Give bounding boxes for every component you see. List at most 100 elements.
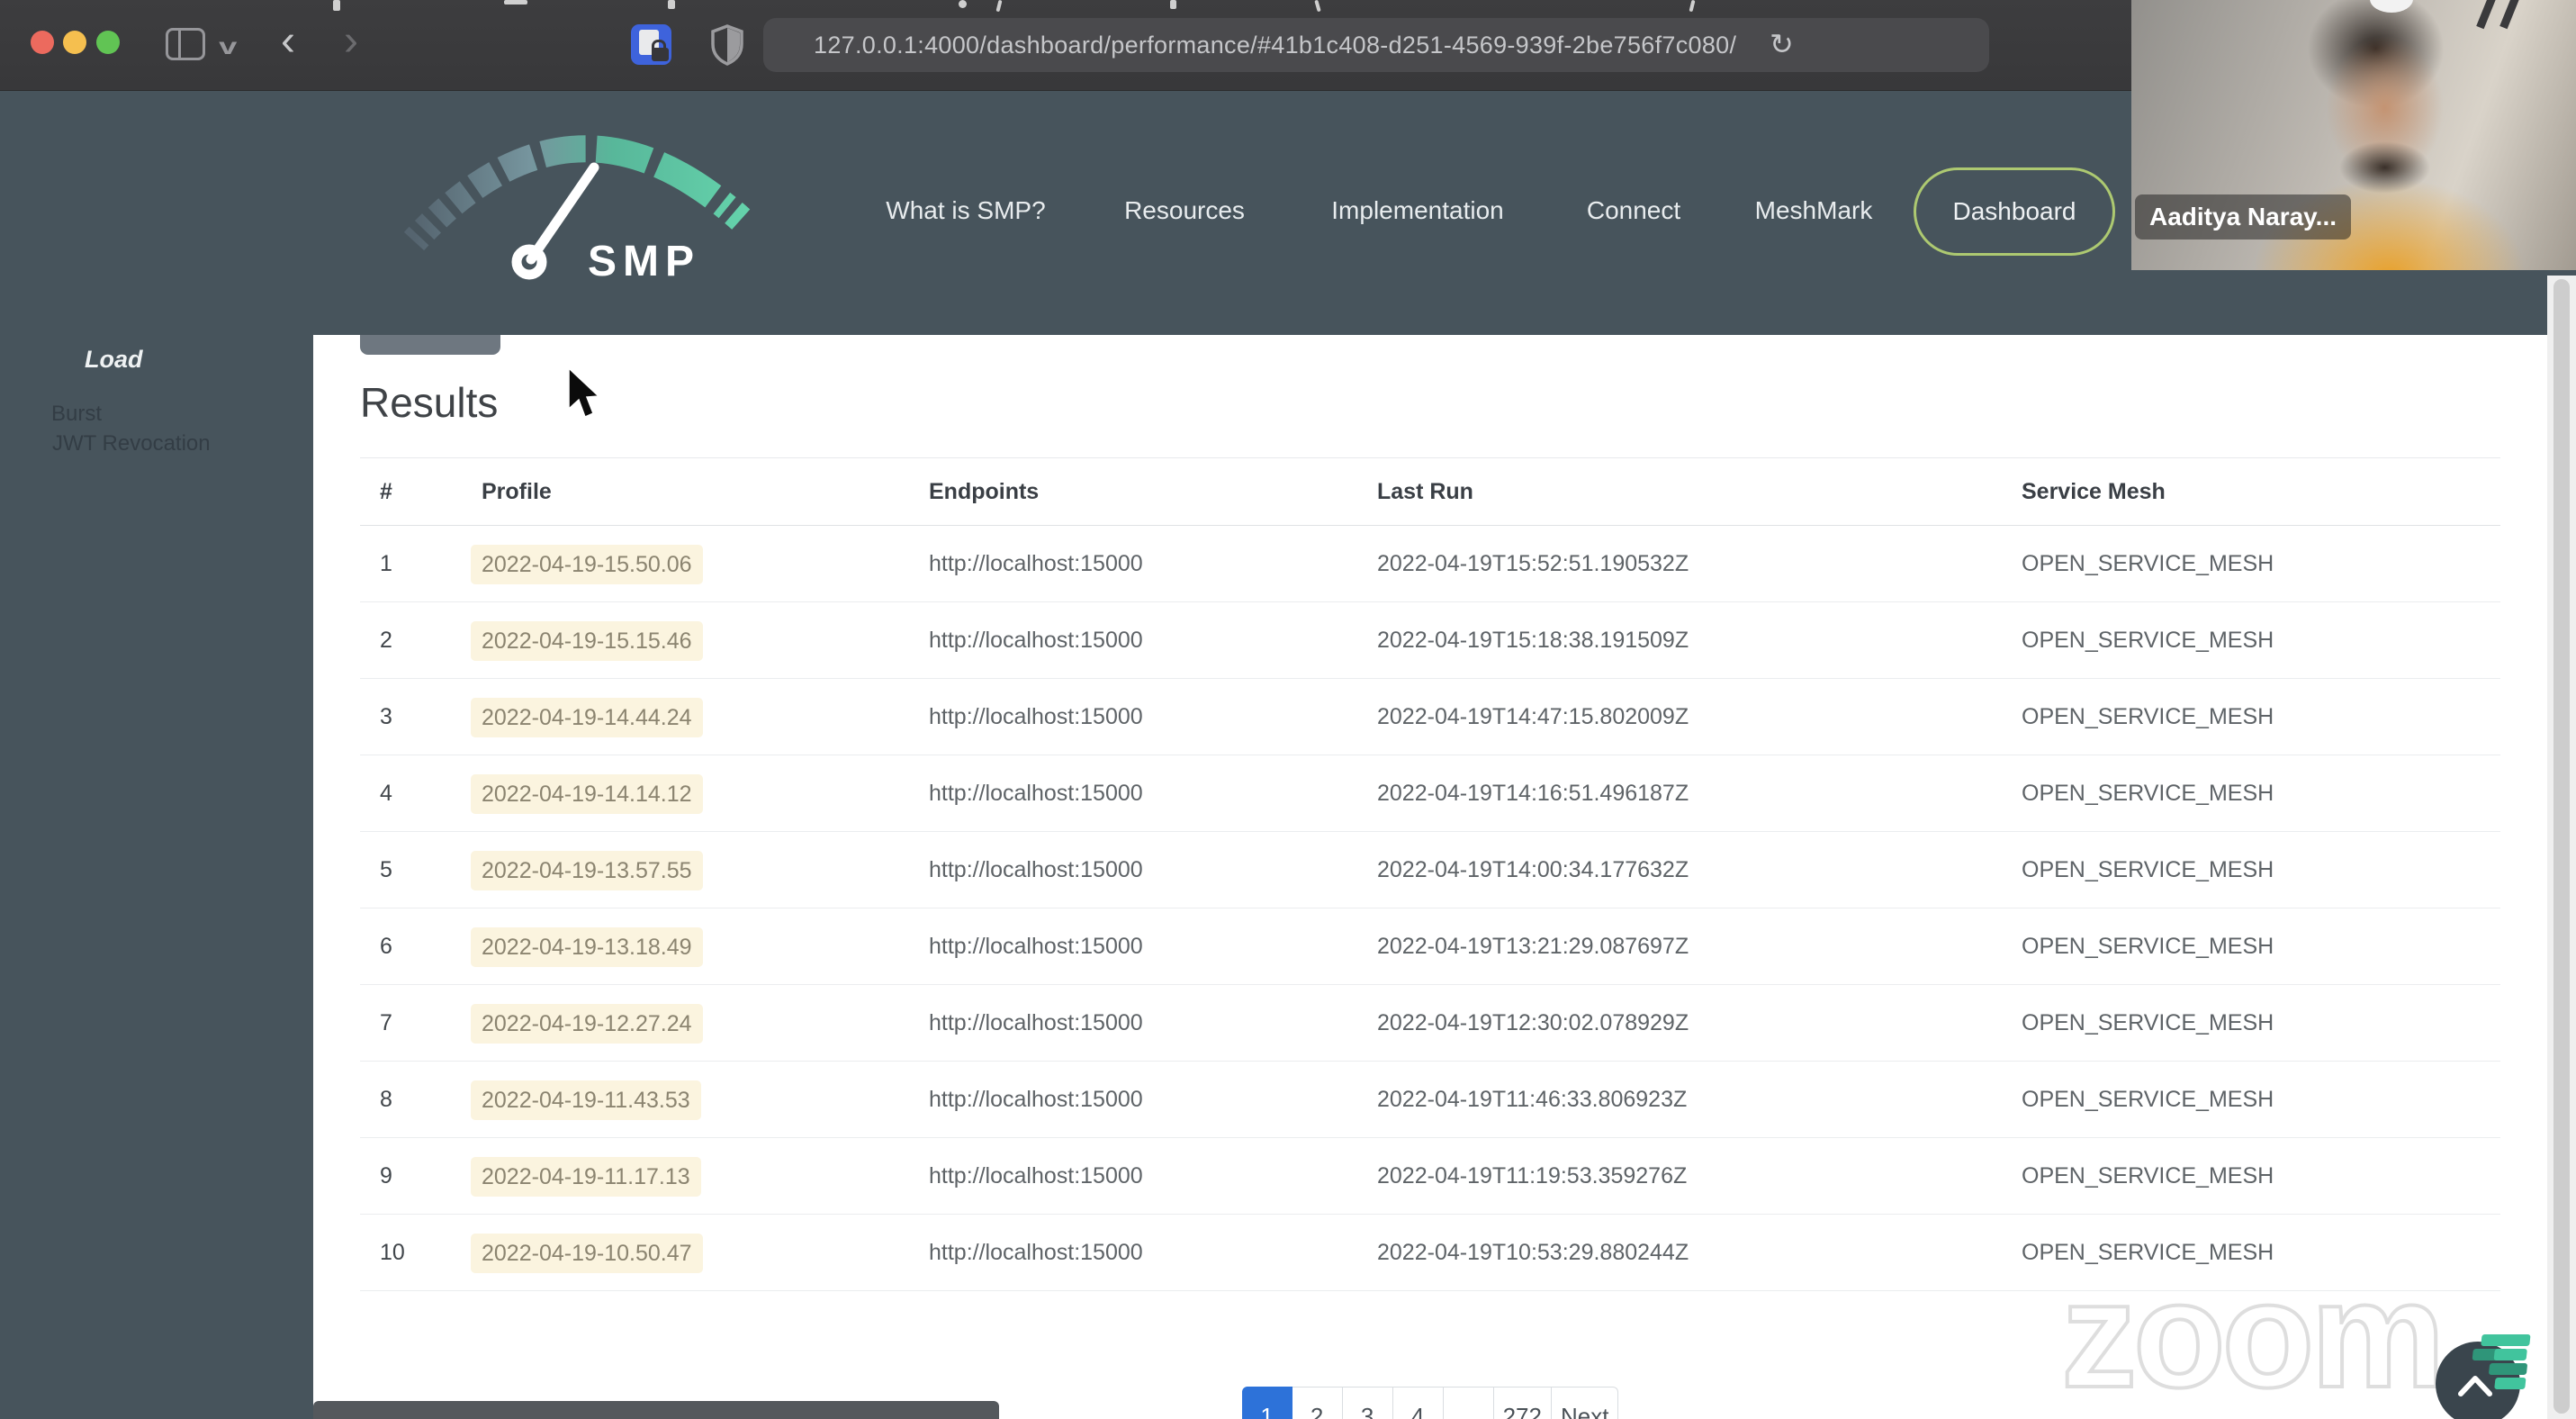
nav-dashboard-active[interactable]: Dashboard <box>1914 167 2115 256</box>
video-participant-tile: Aaditya Naray... <box>2131 0 2576 270</box>
table-row: 3 2022-04-19-14.44.24 http://localhost:1… <box>360 679 2500 755</box>
col-header-last-run: Last Run <box>1377 479 1473 504</box>
profile-link[interactable]: 2022-04-19-11.43.53 <box>471 1080 701 1121</box>
partial-ui-circle <box>2370 0 2413 13</box>
profile-link[interactable]: 2022-04-19-13.57.55 <box>471 851 703 891</box>
chevron-down-icon[interactable]: v <box>219 32 237 60</box>
nav-what-is-smp[interactable]: What is SMP? <box>886 196 1045 225</box>
page-button-4[interactable]: 4 <box>1392 1387 1444 1419</box>
last-run-cell: 2022-04-19T12:30:02.078929Z <box>1377 1010 1689 1035</box>
url-text: 127.0.0.1:4000/dashboard/performance/#41… <box>814 32 1737 59</box>
profile-link[interactable]: 2022-04-19-12.27.24 <box>471 1004 703 1044</box>
vertical-scrollbar-thumb[interactable] <box>2553 279 2570 1414</box>
last-run-cell: 2022-04-19T14:16:51.496187Z <box>1377 781 1689 806</box>
service-mesh-cell: OPEN_SERVICE_MESH <box>2022 781 2274 806</box>
col-header-service-mesh: Service Mesh <box>2022 479 2166 504</box>
col-header-profile: Profile <box>482 479 552 504</box>
row-number: 9 <box>380 1163 392 1189</box>
close-window-button[interactable] <box>31 31 54 54</box>
nav-connect[interactable]: Connect <box>1587 196 1680 225</box>
profile-link[interactable]: 2022-04-19-15.15.46 <box>471 621 703 662</box>
service-mesh-cell: OPEN_SERVICE_MESH <box>2022 551 2274 576</box>
last-run-cell: 2022-04-19T11:19:53.359276Z <box>1377 1163 1688 1189</box>
endpoints-cell: http://localhost:15000 <box>929 628 1143 653</box>
row-number: 1 <box>380 551 392 576</box>
table-row: 7 2022-04-19-12.27.24 http://localhost:1… <box>360 985 2500 1062</box>
service-mesh-cell: OPEN_SERVICE_MESH <box>2022 1087 2274 1112</box>
shield-privacy-icon[interactable] <box>708 23 746 71</box>
smp-logo[interactable]: SMP <box>394 115 763 300</box>
results-table: # Profile Endpoints Last Run Service Mes… <box>360 457 2500 1291</box>
table-header-row: # Profile Endpoints Last Run Service Mes… <box>360 458 2500 525</box>
sidebar-toggle-icon[interactable] <box>166 28 205 60</box>
last-run-cell: 2022-04-19T15:52:51.190532Z <box>1377 551 1689 576</box>
col-header-endpoints: Endpoints <box>929 479 1040 504</box>
endpoints-cell: http://localhost:15000 <box>929 934 1143 959</box>
table-row: 2 2022-04-19-15.15.46 http://localhost:1… <box>360 602 2500 679</box>
clipped-shape <box>2499 0 2520 30</box>
profile-link[interactable]: 2022-04-19-15.50.06 <box>471 545 703 585</box>
table-row: 1 2022-04-19-15.50.06 http://localhost:1… <box>360 526 2500 602</box>
reload-icon[interactable]: ↻ <box>1770 18 1794 70</box>
page-button-2[interactable]: 2 <box>1292 1387 1343 1419</box>
nav-implementation[interactable]: Implementation <box>1331 196 1503 225</box>
service-mesh-cell: OPEN_SERVICE_MESH <box>2022 704 2274 729</box>
clipped-caption-fragment <box>668 0 675 9</box>
fullscreen-window-button[interactable] <box>96 31 120 54</box>
clipped-caption-fragment <box>1314 0 1321 13</box>
horizontal-scrollbar-thumb[interactable] <box>313 1401 999 1419</box>
last-run-cell: 2022-04-19T10:53:29.880244Z <box>1377 1240 1689 1265</box>
page-title: Results <box>360 379 499 426</box>
layer5-logo-icon <box>2472 1334 2531 1389</box>
nav-resources[interactable]: Resources <box>1124 196 1245 225</box>
vertical-scrollbar-track[interactable] <box>2547 276 2576 1419</box>
zoom-watermark: zoom <box>2059 1248 2447 1419</box>
forward-button[interactable]: › <box>344 16 358 66</box>
endpoints-cell: http://localhost:15000 <box>929 1087 1143 1112</box>
clipped-caption-fragment <box>959 0 967 8</box>
profile-link[interactable]: 2022-04-19-14.44.24 <box>471 698 703 738</box>
clipped-caption-fragment <box>1170 0 1176 9</box>
clipped-caption-fragment <box>333 0 340 11</box>
service-mesh-cell: OPEN_SERVICE_MESH <box>2022 1163 2274 1189</box>
clipped-caption-fragment <box>504 0 527 5</box>
clipped-shape <box>2476 0 2497 30</box>
address-bar[interactable]: 127.0.0.1:4000/dashboard/performance/#41… <box>763 18 1989 72</box>
last-run-cell: 2022-04-19T13:21:29.087697Z <box>1377 934 1689 959</box>
row-number: 10 <box>380 1240 405 1265</box>
profile-link[interactable]: 2022-04-19-14.14.12 <box>471 774 703 815</box>
mouse-cursor <box>568 367 600 419</box>
table-row: 6 2022-04-19-13.18.49 http://localhost:1… <box>360 908 2500 985</box>
page-button-3[interactable]: 3 <box>1342 1387 1393 1419</box>
profile-link[interactable]: 2022-04-19-10.50.47 <box>471 1234 703 1274</box>
row-number: 8 <box>380 1087 392 1112</box>
participant-name-label: Aaditya Naray... <box>2135 194 2352 240</box>
next-page-button[interactable]: Next <box>1551 1387 1619 1419</box>
sidebar-item-burst[interactable]: Burst <box>51 402 102 427</box>
profile-link[interactable]: 2022-04-19-11.17.13 <box>471 1157 701 1198</box>
last-run-cell: 2022-04-19T14:47:15.802009Z <box>1377 704 1689 729</box>
sidebar-item-load[interactable]: Load <box>85 346 143 374</box>
row-number: 7 <box>380 1010 392 1035</box>
page-button-272[interactable]: 272 <box>1493 1387 1552 1419</box>
back-button[interactable]: ‹ <box>281 16 295 66</box>
table-body: 1 2022-04-19-15.50.06 http://localhost:1… <box>360 526 2500 1291</box>
row-number: 2 <box>380 628 392 653</box>
endpoints-cell: http://localhost:15000 <box>929 1240 1143 1265</box>
last-run-cell: 2022-04-19T14:00:34.177632Z <box>1377 857 1689 882</box>
last-run-cell: 2022-04-19T11:46:33.806923Z <box>1377 1087 1688 1112</box>
service-mesh-cell: OPEN_SERVICE_MESH <box>2022 934 2274 959</box>
nav-meshmark[interactable]: MeshMark <box>1755 196 1873 225</box>
minimize-window-button[interactable] <box>63 31 86 54</box>
table-row: 8 2022-04-19-11.43.53 http://localhost:1… <box>360 1062 2500 1138</box>
scrolled-tab-stub[interactable] <box>360 335 500 355</box>
page-button-…[interactable]: … <box>1443 1387 1494 1419</box>
table-row: 4 2022-04-19-14.14.12 http://localhost:1… <box>360 755 2500 832</box>
service-mesh-cell: OPEN_SERVICE_MESH <box>2022 628 2274 653</box>
sidebar-item-jwt-revocation[interactable]: JWT Revocation <box>52 431 211 456</box>
page-button-1[interactable]: 1 <box>1241 1387 1293 1419</box>
service-mesh-cell: OPEN_SERVICE_MESH <box>2022 1010 2274 1035</box>
profile-link[interactable]: 2022-04-19-13.18.49 <box>471 927 703 968</box>
password-extension-icon[interactable] <box>631 24 671 65</box>
logo-wordmark: SMP <box>588 238 700 285</box>
